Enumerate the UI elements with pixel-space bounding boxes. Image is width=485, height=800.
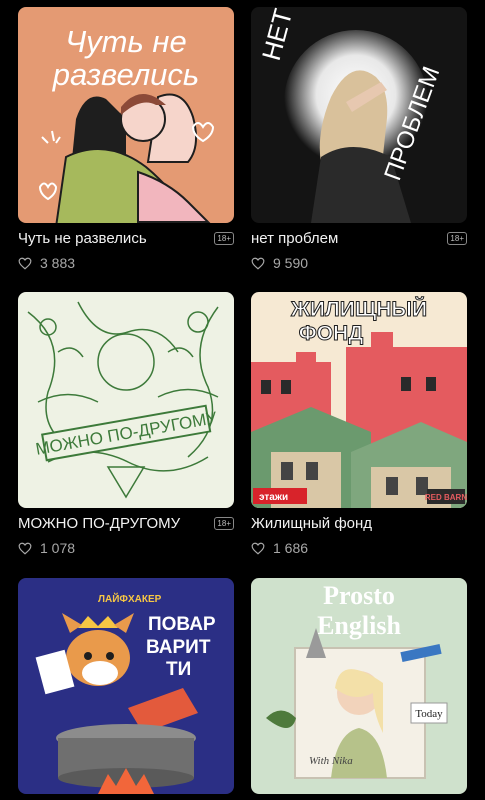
podcast-cover[interactable]: ЛАЙФХАКЕР ПОВАР ВАРИТ ТИ [18, 578, 234, 794]
cover-title-line2: ФОНД [299, 322, 363, 345]
cover-title-line1: ЖИЛИЩНЫЙ [290, 297, 427, 321]
cover-brand: ЛАЙФХАКЕР [98, 592, 162, 605]
age-rating-badge: 18+ [447, 232, 467, 245]
podcast-card[interactable]: МОЖНО ПО-ДРУГОМУ МОЖНО ПО-ДРУГОМУ 18+ 1 … [18, 292, 234, 556]
cover-title-line1: ПОВАР [148, 614, 216, 635]
podcast-grid: Чуть не развелись Чуть не развелись 18+ … [0, 0, 485, 800]
cover-title-line2: ВАРИТ [146, 637, 211, 658]
heart-icon[interactable] [18, 257, 32, 270]
podcast-cover[interactable]: МОЖНО ПО-ДРУГОМУ [18, 292, 234, 508]
likes-count: 1 078 [40, 540, 76, 556]
age-rating-badge: 18+ [214, 517, 234, 530]
podcast-title[interactable]: Чуть не развелись [18, 230, 147, 247]
brand-red-barn: RED BARN [425, 493, 467, 502]
heart-icon[interactable] [251, 542, 265, 555]
cover-title-line2: English [317, 611, 401, 640]
podcast-card[interactable]: НЕТ ПРОБЛЕМ нет проблем 18+ 9 590 [251, 7, 467, 271]
likes-count: 1 686 [273, 540, 309, 556]
likes-row: 1 078 [18, 540, 234, 556]
cover-title-line1: Чуть не [65, 24, 186, 59]
cover-signature: With Nika [309, 755, 353, 767]
likes-row: 9 590 [251, 255, 467, 271]
podcast-title[interactable]: МОЖНО ПО-ДРУГОМУ [18, 515, 180, 532]
podcast-card[interactable]: Prosto English Today With Nika [251, 578, 467, 794]
heart-icon[interactable] [251, 257, 265, 270]
podcast-cover[interactable]: НЕТ ПРОБЛЕМ [251, 7, 467, 223]
cover-badge: Today [415, 708, 443, 720]
podcast-cover[interactable]: Чуть не развелись [18, 7, 234, 223]
age-rating-badge: 18+ [214, 232, 234, 245]
likes-count: 9 590 [273, 255, 309, 271]
podcast-card[interactable]: ЛАЙФХАКЕР ПОВАР ВАРИТ ТИ [18, 578, 234, 794]
cover-title-line3: ТИ [166, 659, 191, 680]
podcast-cover[interactable]: ЖИЛИЩНЫЙ ФОНД этажи RED BARN [251, 292, 467, 508]
brand-etazhi: этажи [259, 492, 288, 503]
podcast-title[interactable]: Жилищный фонд [251, 515, 372, 532]
cover-title-line2: развелись [52, 57, 199, 92]
likes-row: 3 883 [18, 255, 234, 271]
cover-title-line1: Prosto [323, 581, 395, 610]
likes-count: 3 883 [40, 255, 76, 271]
podcast-title[interactable]: нет проблем [251, 230, 338, 247]
likes-row: 1 686 [251, 540, 467, 556]
podcast-card[interactable]: ЖИЛИЩНЫЙ ФОНД этажи RED BARN Жилищный фо… [251, 292, 467, 556]
podcast-cover[interactable]: Prosto English Today With Nika [251, 578, 467, 794]
podcast-card[interactable]: Чуть не развелись Чуть не развелись 18+ … [18, 7, 234, 271]
heart-icon[interactable] [18, 542, 32, 555]
